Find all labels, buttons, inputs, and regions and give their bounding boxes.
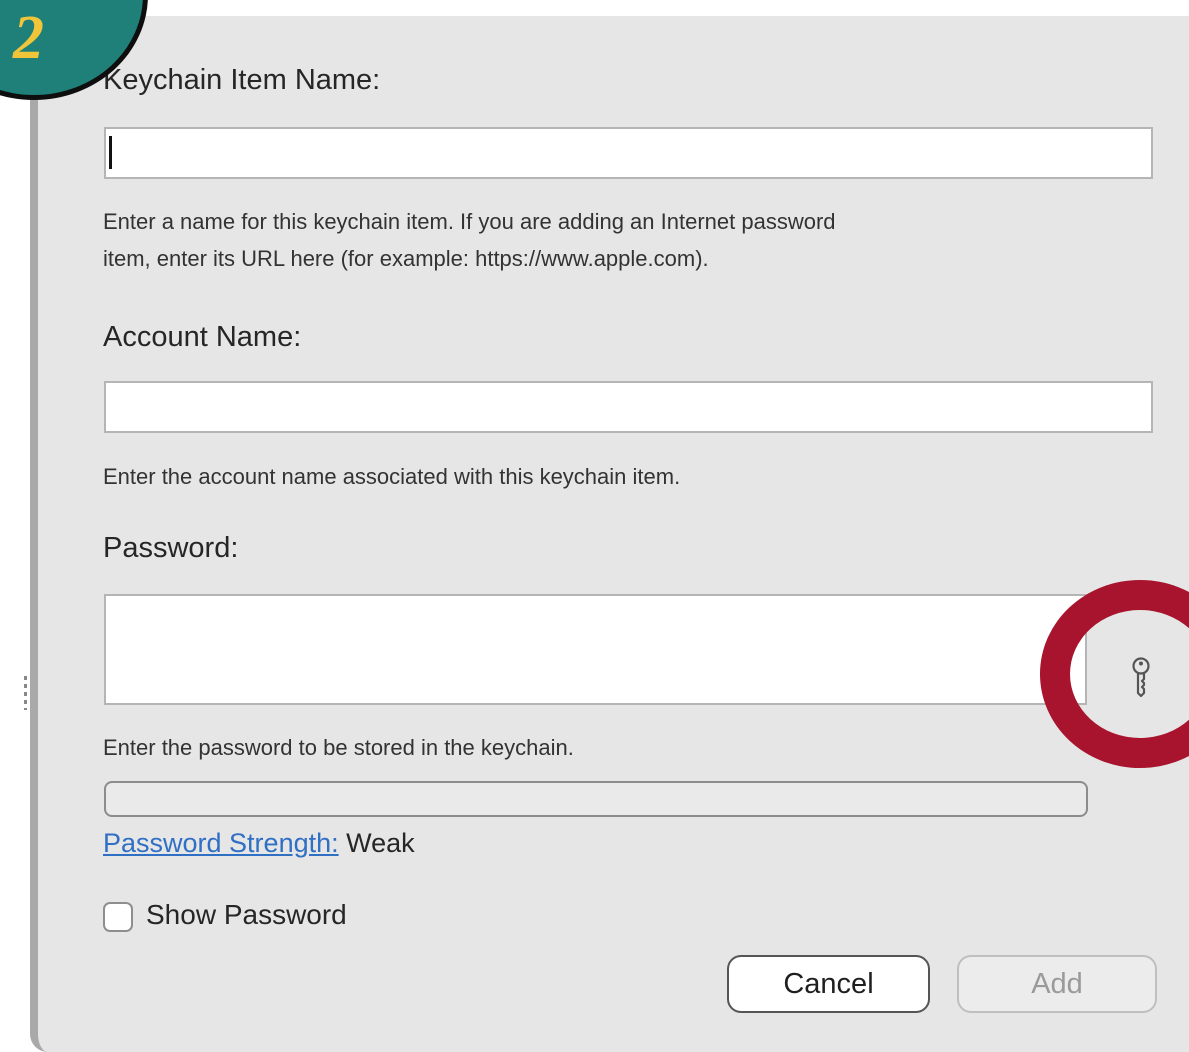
- cancel-button[interactable]: Cancel: [727, 955, 930, 1013]
- password-strength-value: Weak: [346, 828, 415, 858]
- password-strength-meter: [104, 781, 1088, 817]
- key-icon[interactable]: [1126, 656, 1156, 700]
- keychain-item-name-label: Keychain Item Name:: [103, 64, 381, 96]
- password-strength-link[interactable]: Password Strength:: [103, 828, 339, 858]
- keychain-item-name-help-line1: Enter a name for this keychain item. If …: [103, 209, 836, 234]
- password-label: Password:: [103, 532, 239, 564]
- keychain-item-name-help-line2: item, enter its URL here (for example: h…: [103, 246, 709, 271]
- screenshot-stage: Keychain Item Name: Enter a name for thi…: [0, 0, 1189, 1052]
- password-strength-row: Password Strength: Weak: [103, 828, 415, 859]
- show-password-label[interactable]: Show Password: [146, 899, 347, 931]
- show-password-checkbox[interactable]: [103, 902, 133, 932]
- password-help: Enter the password to be stored in the k…: [103, 735, 574, 760]
- text-cursor: [109, 136, 112, 169]
- window-edge-handle: [24, 676, 27, 710]
- keychain-item-name-input[interactable]: [104, 127, 1153, 179]
- account-name-label: Account Name:: [103, 321, 302, 353]
- account-name-input[interactable]: [104, 381, 1153, 433]
- add-button[interactable]: Add: [957, 955, 1157, 1013]
- account-name-help: Enter the account name associated with t…: [103, 464, 681, 489]
- password-input[interactable]: [104, 594, 1087, 705]
